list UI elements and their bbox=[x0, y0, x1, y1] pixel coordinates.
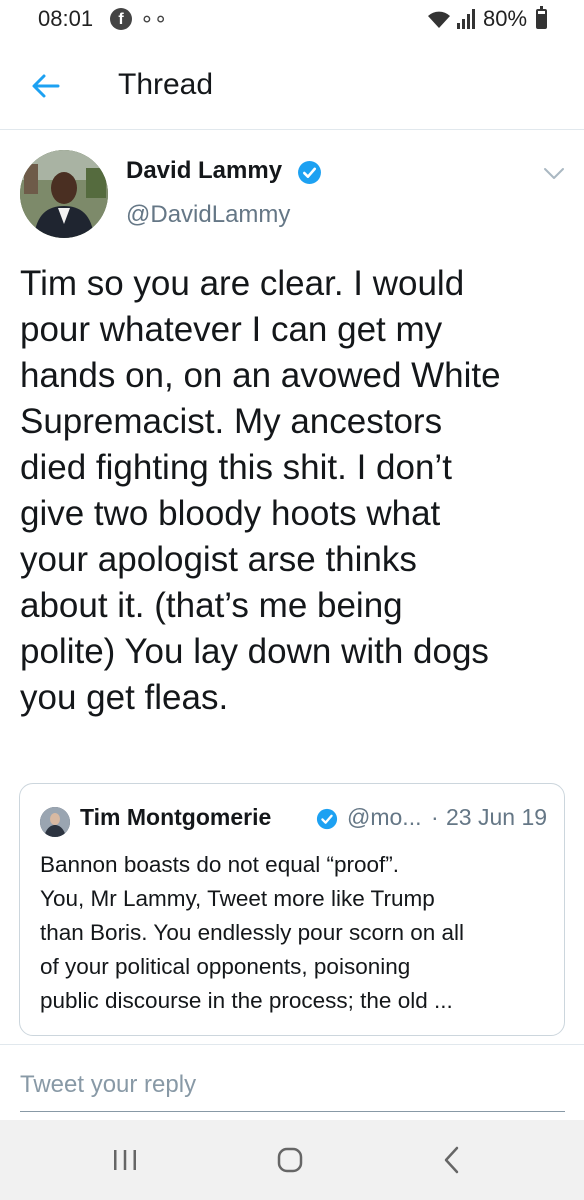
arrow-left-icon[interactable] bbox=[30, 70, 62, 102]
system-nav-bar bbox=[0, 1120, 584, 1200]
status-time: 08:01 bbox=[38, 6, 94, 31]
quoted-author-handle: @mo... bbox=[347, 804, 422, 830]
facebook-icon: f bbox=[110, 8, 132, 30]
quoted-avatar bbox=[40, 807, 70, 837]
chevron-down-icon[interactable] bbox=[543, 167, 565, 181]
home-icon[interactable] bbox=[270, 1142, 310, 1178]
tweet-text-line: about it. (that’s me being bbox=[20, 586, 403, 625]
tweet-text-line: your apologist arse thinks bbox=[20, 540, 417, 579]
tweet-text-line: Tim so you are clear. I would bbox=[20, 264, 465, 303]
verified-badge-icon bbox=[316, 808, 338, 830]
quoted-text-line: Bannon boasts do not equal “proof”. bbox=[40, 852, 400, 877]
quoted-date: 23 Jun 19 bbox=[446, 804, 548, 830]
author-handle[interactable]: @DavidLammy bbox=[126, 201, 290, 229]
tweet-text-line: polite) You lay down with dogs bbox=[20, 632, 489, 671]
verified-badge-icon bbox=[298, 161, 321, 184]
signal-icon bbox=[457, 9, 475, 29]
recent-apps-icon[interactable] bbox=[105, 1142, 145, 1178]
battery-percent: 80% bbox=[483, 6, 528, 31]
tweet-text-line: give two bloody hoots what bbox=[20, 494, 441, 533]
quoted-text: Bannon boasts do not equal “proof”. You,… bbox=[40, 848, 550, 1018]
tweet-text-line: hands on, on an avowed White bbox=[20, 356, 501, 395]
quoted-author-name: Tim Montgomerie bbox=[80, 804, 272, 830]
quoted-text-line: You, Mr Lammy, Tweet more like Trump bbox=[40, 886, 435, 911]
quoted-text-line: public discourse in the process; the old… bbox=[40, 988, 453, 1013]
battery-icon bbox=[536, 6, 547, 29]
author-name[interactable]: David Lammy bbox=[126, 157, 282, 185]
tweet-text-line: Supremacist. My ancestors bbox=[20, 402, 443, 441]
quoted-tweet[interactable]: Tim Montgomerie @mo... · 23 Jun 19 Banno… bbox=[19, 783, 565, 1036]
app-header: Thread bbox=[0, 40, 584, 130]
back-icon[interactable] bbox=[432, 1142, 472, 1178]
quoted-text-line: of your political opponents, poisoning bbox=[40, 954, 411, 979]
meta-separator: · bbox=[431, 804, 439, 830]
tweet-text-line: you get fleas. bbox=[20, 678, 229, 717]
avatar[interactable] bbox=[20, 150, 108, 238]
voicemail-icon: ∘∘ bbox=[140, 6, 168, 31]
wifi-icon bbox=[428, 11, 450, 28]
quoted-text-line: than Boris. You endlessly pour scorn on … bbox=[40, 920, 465, 945]
tweet-text: Tim so you are clear. I would pour whate… bbox=[20, 261, 568, 721]
status-bar: 08:01 f ∘∘ 80% bbox=[0, 0, 584, 40]
reply-bar bbox=[0, 1045, 584, 1120]
tweet-text-line: died fighting this shit. I don’t bbox=[20, 448, 452, 487]
reply-input[interactable] bbox=[20, 1067, 565, 1112]
tweet-text-line: pour whatever I can get my bbox=[20, 310, 443, 349]
page-title: Thread bbox=[118, 68, 214, 101]
